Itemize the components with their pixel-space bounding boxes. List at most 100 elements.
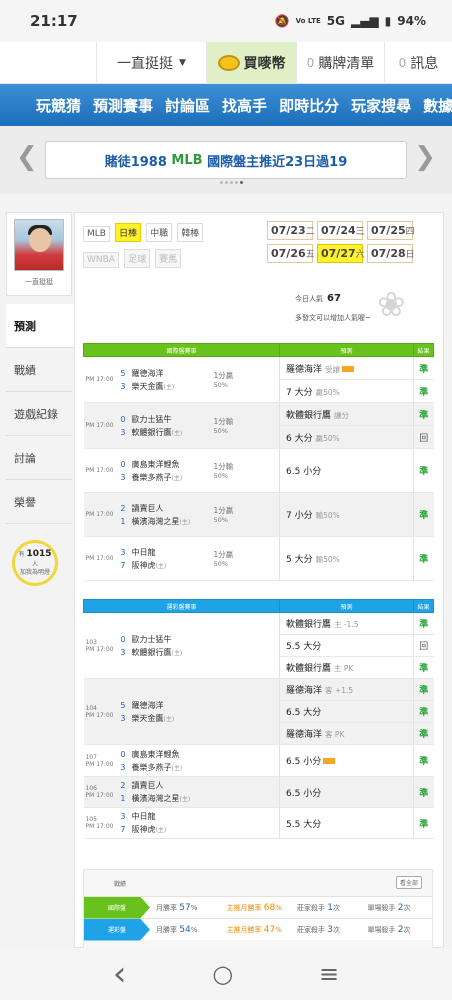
result-cell: 準 — [413, 379, 434, 403]
team-line: 3 軟體銀行鷹(主) — [118, 646, 280, 659]
team-score: 0 — [120, 749, 126, 759]
table-row[interactable]: 103 PM 17:00 0 歐力士猛牛 3 軟體銀行鷹(主) 軟體銀行鷹主 -1.5 準 — [83, 612, 434, 679]
prediction-cell: 羅德海洋客 +1.5 — [279, 678, 415, 701]
sidebar-item-record[interactable]: 戰績 — [6, 348, 72, 392]
team-line: 7 阪神虎(主) — [118, 559, 214, 572]
sidebar-item-honor[interactable]: 榮譽 — [6, 480, 72, 524]
home-icon[interactable]: ○ — [212, 960, 233, 988]
league-chip[interactable]: 賽馬 — [155, 249, 182, 268]
game-no-cell: 107 PM 17:00 — [83, 744, 114, 777]
prediction-spread: 主 PK — [334, 664, 354, 673]
sidebar-item-predict[interactable]: 預測 — [6, 304, 74, 348]
prediction-panel: MLB 日棒 中職 韓棒 WNBA 足球 賽馬 07/23二 07/24三 07/2… — [74, 212, 444, 949]
nav-item-predict[interactable]: 預測賽事 — [93, 95, 153, 116]
back-icon[interactable]: ‹ — [113, 954, 127, 994]
table-row[interactable]: PM 17:00 0 廣島東洋鯉魚 3 養樂多燕子(主) 1分輸 50% 6.5 小分 準 — [83, 448, 434, 493]
prediction-cell: 6 大分 贏50% — [279, 425, 415, 449]
recent-apps-icon[interactable]: ≡ — [319, 960, 339, 988]
network-label: 5G — [326, 14, 345, 28]
handicap-label: 1分贏 — [213, 371, 234, 380]
chevron-left-icon[interactable]: ❮ — [16, 142, 38, 172]
game-no-cell: 104 PM 17:00 — [83, 678, 114, 745]
table-row[interactable]: PM 17:00 5 羅德海洋 3 樂天金鷹(主) 1分贏 50% 羅德海洋 受讓準 — [83, 356, 434, 403]
prediction-cell: 5.5 大分 — [279, 634, 415, 657]
date-tab[interactable]: 07/28日 — [367, 244, 415, 263]
weekday-label: 五 — [305, 250, 315, 260]
team-line: 3 養樂多燕子(主) — [118, 761, 280, 774]
date-label: 07/25 — [371, 224, 406, 237]
table-row[interactable]: 104 PM 17:00 5 羅德海洋 3 樂天金鷹(主) 羅德海洋客 +1.5 準 — [83, 678, 434, 745]
handicap-label: 1分贏 — [213, 506, 234, 515]
team-score: 5 — [120, 700, 126, 710]
cart-button[interactable]: 0 購牌清單 — [296, 42, 384, 83]
date-tab[interactable]: 07/24三 — [317, 221, 365, 240]
chevron-right-icon[interactable]: ❯ — [414, 142, 436, 172]
game-no-cell: 103 PM 17:00 — [83, 612, 114, 679]
follow-bulb[interactable]: 有 1015 人 加我為明燈 — [12, 540, 58, 586]
table-row[interactable]: PM 17:00 0 歐力士猛牛 3 軟體銀行鷹(主) 1分輸 50% 軟體銀行鷹 讓分準 — [83, 402, 434, 449]
view-all-button[interactable]: 看全部 — [395, 876, 422, 889]
result-cell: 準 — [413, 722, 434, 745]
teams-cell: 0 廣島東洋鯉魚 3 養樂多燕子(主) — [113, 448, 214, 493]
league-chip[interactable]: 韓棒 — [177, 223, 204, 242]
table-row[interactable]: PM 17:00 3 中日龍 7 阪神虎(主) 1分贏 50% 5 大分 輸50% 準 — [83, 536, 434, 581]
handicap-pct: 50% — [213, 427, 228, 435]
teams-cell: 5 羅德海洋 3 樂天金鷹(主) — [113, 356, 214, 403]
league-chip[interactable]: 足球 — [124, 249, 151, 268]
league-chip[interactable]: MLB — [83, 226, 110, 242]
avatar[interactable] — [14, 219, 64, 271]
message-count: 0 — [398, 55, 407, 70]
team-line: 3 樂天金鷹(主) — [118, 712, 280, 725]
message-button[interactable]: 0 訊息 — [384, 42, 452, 83]
top-bar: 一直挺挺 ▼ 買嘜幣 0 購牌清單 0 訊息 — [0, 42, 452, 84]
team-line: 1 橫濱海灣之星(主) — [118, 792, 280, 805]
teams-cell: 3 中日龍 7 阪神虎(主) — [113, 536, 214, 581]
team-score: 7 — [120, 560, 126, 570]
game-time: PM 17:00 — [83, 536, 114, 581]
nav-item-forum[interactable]: 討論區 — [165, 95, 210, 116]
handicap-pct: 50% — [213, 381, 228, 389]
nav-item-guess[interactable]: 玩競猜 — [36, 95, 81, 116]
league-chip[interactable]: 中職 — [146, 223, 173, 242]
prediction-pick: 7 小分 — [286, 511, 313, 521]
table-row[interactable]: 105 PM 17:00 3 中日龍 7 阪神虎(主) 5.5 大分 準 — [83, 807, 434, 839]
sidebar-item-game-log[interactable]: 遊戲紀錄 — [6, 392, 72, 436]
buy-coin-button[interactable]: 買嘜幣 — [206, 42, 296, 83]
team-line: 5 羅德海洋 — [118, 367, 214, 380]
table-row[interactable]: 107 PM 17:00 0 廣島東洋鯉魚 3 養樂多燕子(主) 6.5 小分 準 — [83, 744, 434, 777]
table-row[interactable]: PM 17:00 2 讀賣巨人 1 橫濱海灣之星(主) 1分贏 50% 7 小分 輸50% 準 — [83, 492, 434, 537]
nav-item-player-search[interactable]: 玩家搜尋 — [351, 95, 411, 116]
handicap-pct: 50% — [213, 560, 228, 568]
game-number: 106 — [85, 785, 97, 792]
nav-item-experts[interactable]: 找高手 — [222, 95, 267, 116]
team-line: 3 樂天金鷹(主) — [118, 380, 214, 393]
banner[interactable]: 賭徒1988 MLB 國際盤主推近23日過19 — [45, 141, 407, 179]
prediction-cell: 7 大分 贏50% — [279, 379, 415, 403]
lottery-header-result: 結果 — [413, 599, 435, 613]
prediction-pick: 軟體銀行鷹 — [286, 620, 332, 630]
date-tab[interactable]: 07/26五 — [267, 244, 315, 263]
prediction-pick: 6.5 小分 — [286, 757, 322, 767]
account-dropdown[interactable]: 一直挺挺 ▼ — [96, 42, 206, 83]
result-cell: 準 — [413, 656, 434, 679]
table-row[interactable]: 106 PM 17:00 2 讀賣巨人 1 橫濱海灣之星(主) 6.5 小分 準 — [83, 776, 434, 808]
game-time: PM 17:00 — [83, 448, 114, 493]
main-pick-winrate: 主推月勝率 47% — [226, 924, 282, 935]
record-label: 運彩盤 — [84, 918, 150, 941]
league-chip[interactable]: 日棒 — [115, 223, 142, 242]
game-time: PM 17:00 — [83, 356, 114, 403]
date-label: 07/28 — [371, 247, 406, 260]
date-tab[interactable]: 07/23二 — [267, 221, 315, 240]
date-tab[interactable]: 07/27六 — [317, 244, 365, 263]
prediction-cell: 6.5 大分 — [279, 700, 415, 723]
main-area: 一直挺挺 預測 戰績 遊戲紀錄 討論 榮譽 有 1015 人 加我為明燈 MLB… — [6, 212, 452, 949]
prediction-cell: 7 小分 輸50% — [279, 492, 415, 537]
date-tab[interactable]: 07/25四 — [367, 221, 415, 240]
sidebar-item-discuss[interactable]: 討論 — [6, 436, 72, 480]
league-chip[interactable]: WNBA — [83, 252, 119, 268]
nav-item-data[interactable]: 數據 — [423, 95, 452, 116]
record-title: 戰績 — [114, 880, 127, 888]
signal-icon: ▂▄▆ — [350, 14, 379, 28]
carousel-dots — [220, 181, 243, 184]
nav-item-live-score[interactable]: 即時比分 — [279, 95, 339, 116]
